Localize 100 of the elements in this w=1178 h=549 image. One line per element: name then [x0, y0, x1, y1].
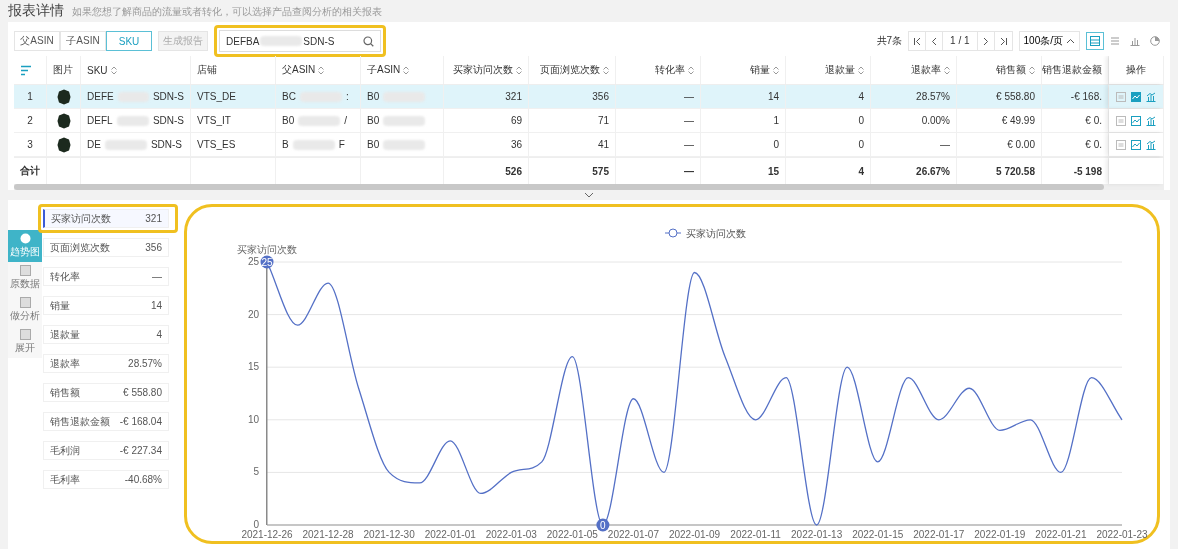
pie-chart-icon — [1150, 36, 1160, 46]
table-cell: 0 — [858, 139, 864, 150]
side-tab[interactable]: 原数据 — [8, 262, 42, 294]
tab-icon — [19, 233, 31, 244]
axis-tick-label: 2021-12-28 — [302, 529, 354, 540]
table-cell: 71 — [597, 115, 609, 126]
total-cell: 5 720.58 — [996, 165, 1035, 177]
axis-tick-label: 2022-01-07 — [607, 529, 659, 540]
axis-title: 买家访问次数 — [237, 244, 297, 255]
table-cell: — — [684, 139, 694, 150]
page-size-select[interactable]: 100条/页 — [1018, 31, 1080, 51]
table-cell: 14 — [767, 91, 779, 102]
column-header: 退款量 — [825, 63, 855, 77]
table-cell: € 558.80 — [996, 91, 1035, 102]
tab[interactable]: 父ASIN — [14, 31, 60, 51]
axis-tick-label: 25 — [247, 256, 259, 267]
axis-tick-label: 0 — [253, 519, 259, 530]
bar-chart-icon[interactable] — [1146, 115, 1156, 126]
side-tab[interactable]: 做分析 — [8, 294, 42, 326]
sort-icon[interactable] — [688, 65, 694, 75]
column-header: 转化率 — [655, 63, 685, 77]
table-cell: BC — [282, 91, 296, 102]
search-field[interactable]: DEFBA SDN-S — [219, 30, 381, 52]
scrollbar-thumb[interactable] — [14, 184, 1104, 190]
table-cell: 4 — [858, 91, 864, 102]
table-row[interactable]: 2 DEFL SDN-S VTS_IT B0 / B0 69 71 — 1 0 0.00% € 49.99 € 0. — [14, 109, 1164, 133]
next-icon — [981, 36, 991, 46]
total-cell: — — [684, 165, 694, 177]
sort-icon[interactable] — [1029, 65, 1035, 75]
metric-item[interactable]: 毛利润 -€ 227.34 — [43, 441, 169, 460]
tab[interactable]: 子ASIN — [60, 31, 106, 51]
total-cell: -5 198 — [1073, 165, 1102, 177]
document-icon[interactable] — [1116, 139, 1126, 150]
table-row[interactable]: 1 DEFE SDN-S VTS_DE BC : B0 321 356 — 14 4 28.57% € 558.80 -€ 168. — [14, 85, 1164, 109]
table-cell: 0.00% — [921, 115, 950, 126]
tab-icon — [19, 265, 31, 276]
total-cell: 575 — [592, 165, 609, 177]
table-cell: DEFL — [87, 115, 113, 126]
axis-tick-label: 2021-12-30 — [363, 529, 415, 540]
table-cell: B0 — [367, 139, 380, 150]
table-cell: B0 — [367, 115, 380, 126]
view-toggle-button[interactable] — [1086, 32, 1104, 50]
bar-chart-icon — [1130, 36, 1140, 46]
chart-legend[interactable]: 买家访问次数 — [664, 228, 746, 239]
axis-tick-label: 2022-01-15 — [852, 529, 904, 540]
table-cell: F — [338, 139, 345, 150]
sort-icon[interactable] — [944, 65, 950, 75]
tab-icon — [19, 297, 31, 308]
table-cell: DEFE — [87, 91, 114, 102]
total-count: 共7条 — [876, 34, 903, 48]
table-cell: B0 — [367, 91, 380, 102]
table-cell: B — [282, 139, 289, 150]
metric-item[interactable]: 买家访问次数 321 — [43, 209, 169, 228]
document-icon[interactable] — [1116, 91, 1126, 102]
axis-tick-label: 20 — [247, 308, 259, 320]
column-header: SKU — [87, 64, 108, 76]
axis-tick-label: 5 — [253, 466, 259, 478]
total-cell: 26.67% — [916, 165, 950, 177]
previous-icon — [929, 36, 939, 46]
column-settings-icon[interactable] — [20, 64, 32, 76]
sort-icon[interactable] — [516, 65, 522, 75]
table-cell: 28.57% — [916, 91, 950, 102]
table-cell: SDN-S — [152, 115, 184, 126]
table-cell: VTS_ES — [197, 139, 236, 150]
sort-icon[interactable] — [318, 65, 325, 75]
collapse-icon[interactable] — [584, 192, 594, 198]
sort-icon[interactable] — [858, 65, 864, 75]
line-chart-icon[interactable] — [1131, 115, 1141, 126]
column-header: 页面浏览次数 — [540, 63, 600, 77]
metric-item[interactable]: 转化率 — — [43, 267, 169, 286]
column-header: 销售退款金额 — [1042, 63, 1102, 77]
document-icon[interactable] — [1116, 115, 1126, 126]
column-header: 退款率 — [911, 63, 941, 77]
metric-item[interactable]: 销售额 € 558.80 — [43, 383, 169, 402]
table-cell: B0 — [282, 115, 295, 126]
bar-chart-icon[interactable] — [1146, 139, 1156, 150]
sort-icon[interactable] — [603, 65, 609, 75]
sort-icon[interactable] — [403, 65, 410, 75]
column-header: 图片 — [53, 63, 73, 77]
metric-item[interactable]: 退款率 28.57% — [43, 354, 169, 373]
sort-icon[interactable] — [110, 65, 117, 75]
side-tab[interactable]: 展开 — [8, 326, 42, 358]
line-chart-icon[interactable] — [1131, 91, 1141, 102]
line-chart-icon[interactable] — [1131, 139, 1141, 150]
metric-item[interactable]: 毛利率 -40.68% — [43, 470, 169, 489]
metric-item[interactable]: 销量 14 — [43, 296, 169, 315]
axis-tick-label: 2022-01-05 — [546, 529, 598, 540]
product-thumbnail — [56, 112, 71, 129]
bar-chart-icon[interactable] — [1146, 91, 1156, 102]
metric-item[interactable]: 页面浏览次数 356 — [43, 238, 169, 257]
total-cell: 4 — [858, 165, 864, 177]
table-cell: VTS_IT — [197, 115, 231, 126]
metric-item[interactable]: 退款量 4 — [43, 325, 169, 344]
table-row[interactable]: 3 DE SDN-S VTS_ES B F B0 36 41 — 0 0 — € 0.00 € 0. — [14, 133, 1164, 157]
sort-icon[interactable] — [773, 65, 779, 75]
column-header: 操作 — [1126, 63, 1146, 77]
metric-item[interactable]: 销售退款金额 -€ 168.04 — [43, 412, 169, 431]
value-marker: 25 — [260, 255, 274, 269]
table-cell: € 0. — [1085, 115, 1102, 126]
axis-tick-label: 2022-01-09 — [668, 529, 721, 540]
